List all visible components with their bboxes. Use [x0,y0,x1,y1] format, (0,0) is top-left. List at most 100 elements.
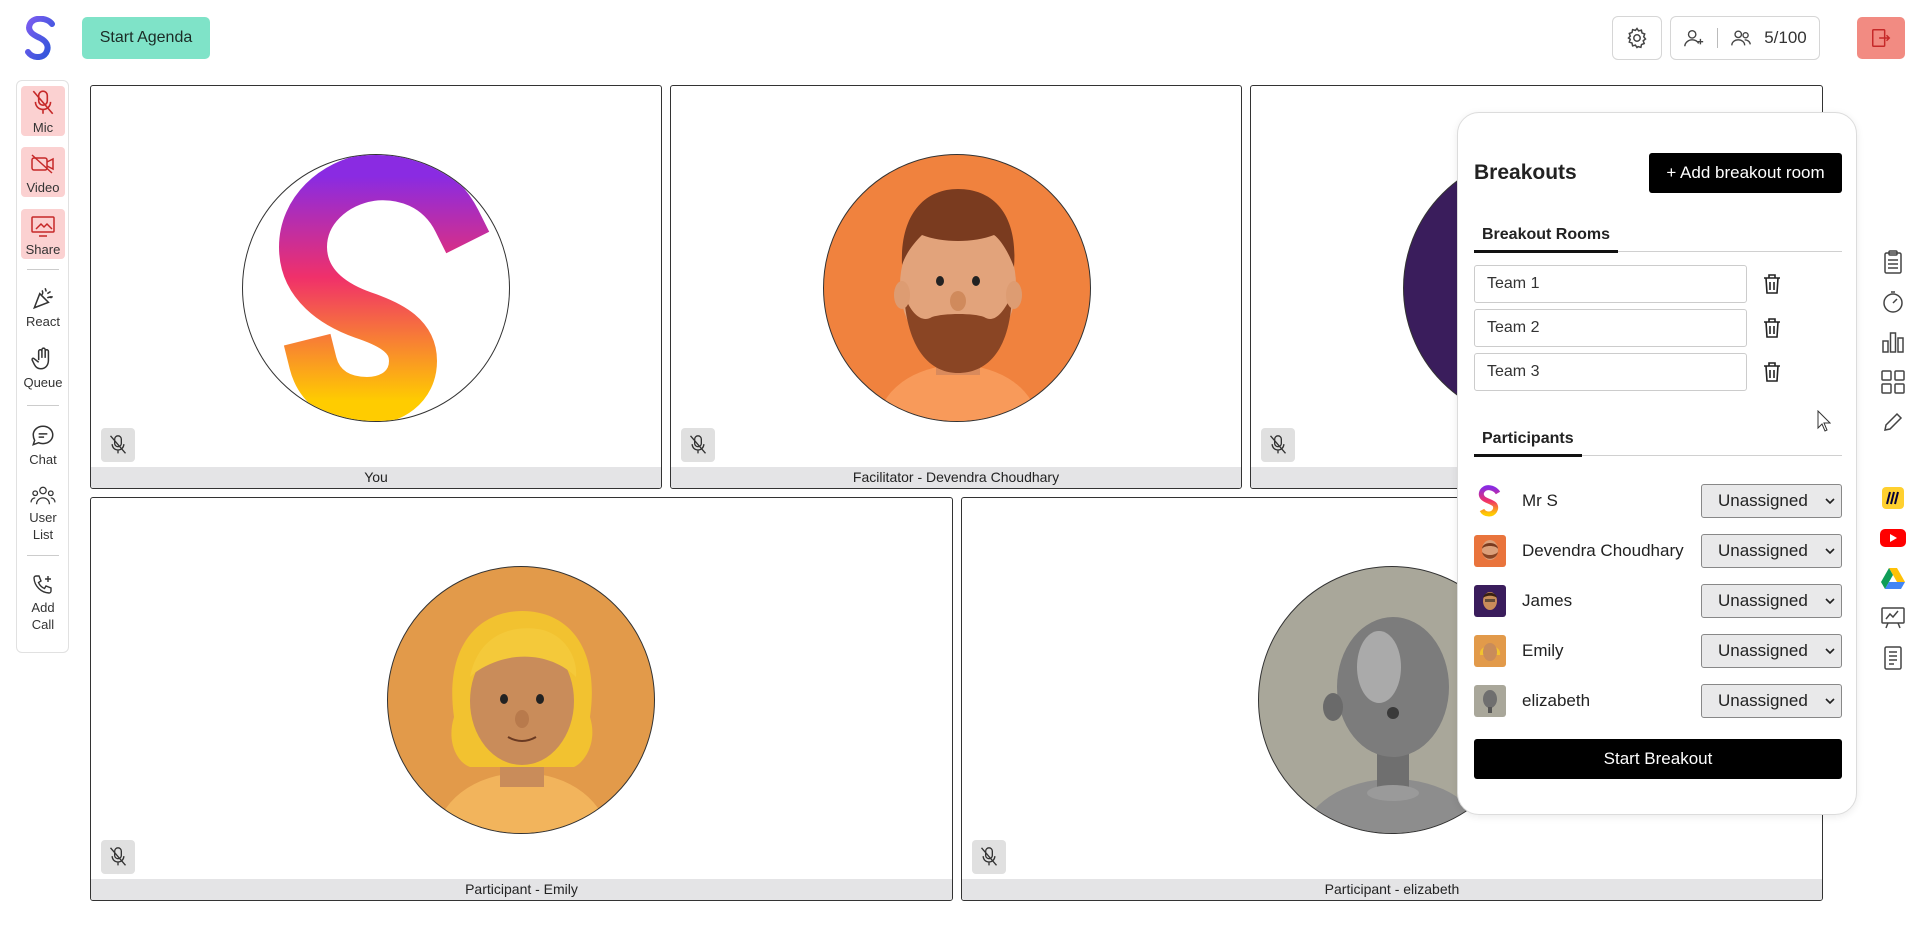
raised-hand-icon [31,347,50,370]
chevron-down-icon [1825,648,1835,655]
timer-icon[interactable] [1876,286,1910,318]
add-user-icon[interactable] [1683,27,1705,49]
gear-icon [1627,27,1647,49]
avatar [1474,685,1506,717]
tile-name-label: Participant - Emily [91,879,952,900]
video-tile-emily: Participant - Emily [90,497,953,901]
room-assignment-select[interactable]: Unassigned [1701,484,1842,518]
toolbar-divider [27,555,59,556]
mic-off-icon [980,847,998,866]
grid-apps-icon[interactable] [1876,366,1910,398]
youtube-icon[interactable] [1876,522,1910,554]
pencil-icon[interactable] [1876,406,1910,438]
mic-off-icon [689,435,707,454]
whiteboard-icon[interactable] [1876,602,1910,634]
delete-room-button[interactable] [1760,271,1784,297]
room-assignment-select[interactable]: Unassigned [1701,684,1842,718]
exit-icon [1872,29,1891,47]
meeting-app: Start Agenda 5/100 Mic Video Share React… [0,0,1920,940]
participant-row: elizabeth Unassigned [1474,683,1842,719]
chat-button[interactable]: Chat [21,421,65,471]
room-name-input[interactable] [1474,265,1747,303]
avatar [242,154,510,422]
miro-icon[interactable] [1876,482,1910,514]
avatar [1474,535,1506,567]
blonde-woman-avatar [436,611,608,833]
breakouts-panel: Breakouts + Add breakout room Breakout R… [1457,112,1857,815]
avatar [1474,485,1506,517]
mic-off-icon [109,435,127,454]
left-toolbar: Mic Video Share React Queue Chat User Li… [16,80,69,653]
room-assignment-select[interactable]: Unassigned [1701,634,1842,668]
tab-participants[interactable]: Participants [1474,427,1582,457]
participant-name: Emily [1522,641,1564,660]
chevron-down-icon [1825,548,1835,555]
mouse-cursor-icon [1817,410,1831,432]
share-toggle[interactable]: Share [21,209,65,259]
mic-toggle[interactable]: Mic [21,86,65,136]
participant-row: Devendra Choudhary Unassigned [1474,533,1842,569]
tile-name-label: Participant - elizabeth [962,879,1822,900]
chevron-down-icon [1825,698,1835,705]
chevron-down-icon [1825,498,1835,505]
video-tile-you: You [90,85,662,489]
app-logo [25,16,55,60]
muted-indicator [101,840,135,874]
tile-name-label: Facilitator - Devendra Choudhary [671,467,1241,488]
google-drive-icon[interactable] [1876,562,1910,594]
panel-title: Breakouts [1474,161,1577,184]
document-icon[interactable] [1876,642,1910,674]
chat-bubble-icon [32,425,54,446]
trash-icon [1764,362,1780,382]
delete-room-button[interactable] [1760,315,1784,341]
delete-room-button[interactable] [1760,359,1784,385]
screen-share-icon [31,216,55,237]
participant-name: Mr S [1522,491,1558,510]
users-icon [30,486,56,505]
participant-name: elizabeth [1522,691,1591,710]
avatar [387,566,655,834]
room-assignment-select[interactable]: Unassigned [1701,584,1842,618]
video-off-icon [31,154,54,174]
mic-off-icon [109,847,127,866]
queue-button[interactable]: Queue [21,344,65,394]
add-call-button[interactable]: Add Call [21,571,65,633]
mic-off-icon [32,90,54,115]
video-toggle[interactable]: Video [21,147,65,197]
participant-name: Devendra Choudhary [1522,541,1684,560]
participant-row: Emily Unassigned [1474,633,1842,669]
muted-indicator [1261,428,1295,462]
leave-meeting-button[interactable] [1857,17,1905,59]
participants-icon[interactable] [1730,27,1752,49]
clipboard-icon[interactable] [1876,246,1910,278]
trash-icon [1764,318,1780,338]
bearded-man-avatar [878,189,1038,421]
toolbar-divider [27,269,59,270]
avatar [1474,635,1506,667]
tile-name-label: You [91,467,661,488]
participant-row: Mr S Unassigned [1474,483,1842,519]
room-assignment-select[interactable]: Unassigned [1701,534,1842,568]
avatar [823,154,1091,422]
separator [1717,28,1719,48]
start-breakout-button[interactable]: Start Breakout [1474,739,1842,779]
tab-breakout-rooms[interactable]: Breakout Rooms [1474,223,1619,253]
participant-row: James Unassigned [1474,583,1842,619]
room-name-input[interactable] [1474,309,1747,347]
video-tile-facilitator: Facilitator - Devendra Choudhary [670,85,1242,489]
react-button[interactable]: React [21,283,65,333]
participant-count[interactable]: 5/100 [1764,28,1807,48]
mic-off-icon [1269,435,1287,454]
user-list-button[interactable]: User List [21,483,65,543]
room-name-input[interactable] [1474,353,1747,391]
app-logo [278,155,490,421]
phone-plus-icon [33,575,52,594]
people-controls: 5/100 [1670,16,1820,60]
settings-button[interactable] [1612,16,1662,60]
chevron-down-icon [1825,598,1835,605]
start-agenda-button[interactable]: Start Agenda [82,17,210,59]
muted-indicator [101,428,135,462]
add-breakout-room-button[interactable]: + Add breakout room [1649,153,1842,193]
bar-chart-icon[interactable] [1876,326,1910,358]
muted-indicator [681,428,715,462]
